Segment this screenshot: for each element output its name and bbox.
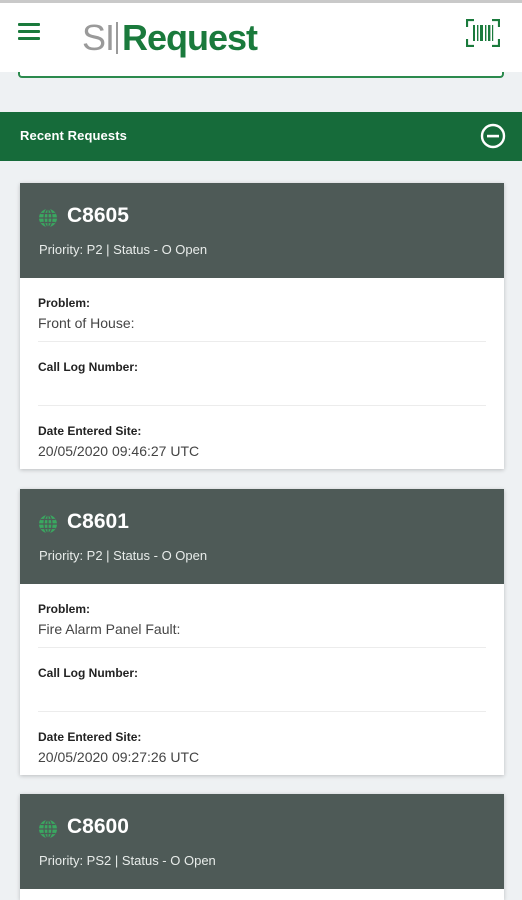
barcode-scan-icon[interactable] bbox=[466, 19, 500, 47]
request-ref: C8601 bbox=[67, 510, 129, 533]
request-meta: Priority: PS2 | Status - O Open bbox=[39, 853, 216, 868]
problem-value: Front of House: bbox=[38, 315, 135, 331]
app-logo: SI Request bbox=[82, 13, 258, 63]
recent-requests-header: Recent Requests bbox=[0, 112, 522, 161]
request-ref: C8600 bbox=[67, 815, 129, 838]
globe-icon bbox=[39, 208, 57, 228]
problem-value: Fire Alarm Panel Fault: bbox=[38, 621, 181, 637]
request-card-header[interactable]: C8601 Priority: P2 | Status - O Open bbox=[20, 489, 504, 584]
request-meta: Priority: P2 | Status - O Open bbox=[39, 548, 208, 563]
request-card[interactable]: C8605 Priority: P2 | Status - O Open Pro… bbox=[20, 183, 504, 469]
date-entered-field: Date Entered Site: 20/05/2020 09:27:26 U… bbox=[38, 712, 486, 775]
problem-label: Problem: bbox=[38, 296, 91, 310]
logo-prefix: SI bbox=[82, 17, 115, 58]
minus-circle-icon[interactable] bbox=[480, 123, 506, 149]
logo-main: Request bbox=[122, 17, 258, 58]
date-entered-value: 20/05/2020 09:27:26 UTC bbox=[38, 749, 200, 765]
problem-field: Problem: Front of House: bbox=[38, 278, 486, 342]
globe-icon bbox=[39, 819, 57, 839]
app-header: SI Request bbox=[0, 0, 522, 72]
problem-label: Problem: bbox=[38, 602, 91, 616]
call-log-field: Call Log Number: bbox=[38, 648, 486, 712]
problem-field: Problem: Fire Alarm Panel Fault: bbox=[38, 584, 486, 648]
date-entered-label: Date Entered Site: bbox=[38, 730, 142, 744]
call-log-label: Call Log Number: bbox=[38, 360, 139, 374]
recent-requests-title: Recent Requests bbox=[20, 128, 127, 143]
date-entered-label: Date Entered Site: bbox=[38, 424, 142, 438]
call-log-label: Call Log Number: bbox=[38, 666, 139, 680]
search-panel-edge bbox=[18, 72, 504, 78]
request-card[interactable]: C8600 Priority: PS2 | Status - O Open bbox=[20, 794, 504, 900]
logo-divider bbox=[116, 22, 119, 54]
hamburger-menu-icon[interactable] bbox=[18, 23, 40, 43]
call-log-field: Call Log Number: bbox=[38, 342, 486, 406]
globe-icon bbox=[39, 514, 57, 534]
request-card-header[interactable]: C8600 Priority: PS2 | Status - O Open bbox=[20, 794, 504, 889]
request-card-header[interactable]: C8605 Priority: P2 | Status - O Open bbox=[20, 183, 504, 278]
request-ref: C8605 bbox=[67, 204, 129, 227]
request-meta: Priority: P2 | Status - O Open bbox=[39, 242, 208, 257]
date-entered-field: Date Entered Site: 20/05/2020 09:46:27 U… bbox=[38, 406, 486, 469]
request-card[interactable]: C8601 Priority: P2 | Status - O Open Pro… bbox=[20, 489, 504, 775]
date-entered-value: 20/05/2020 09:46:27 UTC bbox=[38, 443, 200, 459]
